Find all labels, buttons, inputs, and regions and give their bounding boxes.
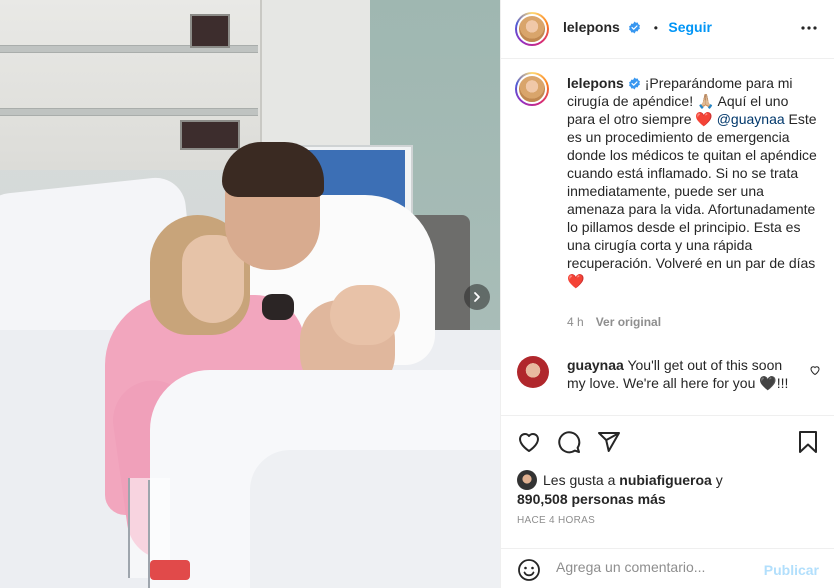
see-original-button[interactable]: Ver original (596, 315, 661, 329)
likes-summary: Les gusta a nubiafigueroa y 890,508 pers… (517, 470, 723, 508)
verified-badge-icon (629, 21, 641, 34)
separator-dot: • (653, 21, 658, 35)
carousel-next-button[interactable] (464, 284, 490, 310)
heart-icon[interactable] (809, 364, 821, 376)
post-timestamp[interactable]: HACE 4 HORAS (517, 515, 595, 526)
post-sidebar: lelepons • Seguir lelepons ¡Preparándome… (500, 0, 834, 588)
likes-count[interactable]: 890,508 personas más (517, 491, 666, 507)
caption-age: 4 h (567, 315, 584, 329)
chevron-right-icon (474, 292, 480, 302)
emoji-icon[interactable] (517, 558, 541, 582)
photo-outlet (180, 120, 240, 150)
follow-button[interactable]: Seguir (668, 19, 712, 35)
post-actions (501, 418, 834, 464)
caption-mention-link[interactable]: @guaynaa (717, 111, 785, 127)
photo-tape (150, 560, 190, 580)
post-photo[interactable] (0, 0, 500, 588)
more-options-icon[interactable] (799, 18, 819, 38)
header-author-row: lelepons • Seguir (563, 19, 712, 37)
caption: lelepons ¡Preparándome para mi cirugía d… (567, 74, 817, 290)
likes-conj: y (711, 472, 723, 488)
liker-avatar[interactable] (517, 470, 537, 490)
reply-comment: guaynaa You'll get out of this soon my l… (567, 356, 803, 392)
publish-button[interactable]: Publicar (764, 562, 819, 578)
add-comment-bar: Publicar (501, 548, 834, 588)
heart-icon[interactable] (517, 430, 541, 454)
comments-section: lelepons ¡Preparándome para mi cirugía d… (501, 60, 834, 416)
photo-outlet (190, 14, 230, 48)
author-username[interactable]: lelepons (563, 19, 620, 35)
photo-sheet-fold (250, 450, 500, 588)
comment-icon[interactable] (557, 430, 581, 454)
author-avatar[interactable] (515, 12, 549, 46)
photo-watch (262, 294, 294, 320)
caption-author-avatar[interactable] (515, 72, 549, 106)
caption-text-part2: Este es un procedimiento de emergencia d… (567, 111, 817, 289)
share-icon[interactable] (597, 430, 621, 454)
caption-author[interactable]: lelepons (567, 75, 624, 91)
verified-badge-icon (628, 77, 640, 90)
reply-author[interactable]: guaynaa (567, 357, 624, 373)
liker-username[interactable]: nubiafigueroa (619, 472, 712, 488)
comment-input[interactable] (556, 559, 756, 575)
bookmark-icon[interactable] (797, 430, 819, 454)
post-header: lelepons • Seguir (501, 0, 834, 59)
photo-man-hair (222, 142, 324, 197)
caption-meta: 4 h Ver original (567, 315, 661, 329)
photo-rail (0, 108, 258, 116)
reply-author-avatar[interactable] (517, 356, 549, 388)
likes-prefix: Les gusta a (543, 472, 620, 488)
photo-hand (330, 285, 400, 345)
